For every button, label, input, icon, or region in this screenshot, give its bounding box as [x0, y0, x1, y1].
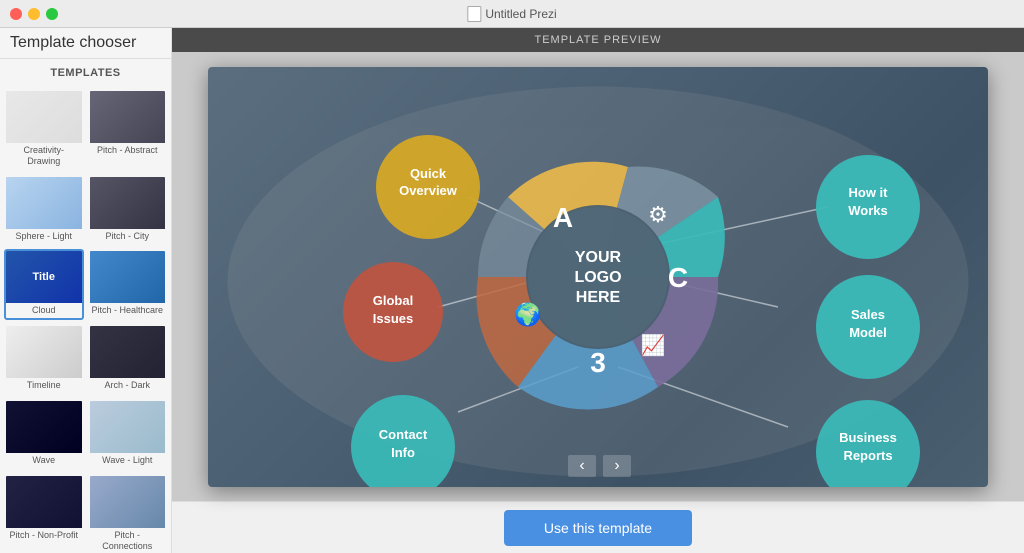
- template-label-arch-dark: Arch - Dark: [90, 378, 166, 393]
- template-label-timeline: Timeline: [6, 378, 82, 393]
- window-controls: [10, 8, 58, 20]
- template-item-arch-dark[interactable]: Arch - Dark: [88, 324, 168, 395]
- template-thumb-pitch-nonprofit: [6, 476, 82, 528]
- template-label-sphere-light: Sphere - Light: [6, 229, 82, 244]
- svg-text:LOGO: LOGO: [574, 269, 621, 286]
- svg-text:Global: Global: [373, 293, 413, 308]
- prev-slide-button[interactable]: ‹: [568, 455, 596, 477]
- svg-text:Info: Info: [391, 445, 415, 460]
- template-label-wave: Wave: [6, 453, 82, 468]
- title-bar: Untitled Prezi: [0, 0, 1024, 28]
- preview-header: TEMPLATE PREVIEW: [172, 28, 1024, 52]
- template-label-pitch-connections: Pitch - Connections: [90, 528, 166, 553]
- template-item-creativity-drawing[interactable]: Creativity-Drawing: [4, 89, 84, 171]
- template-item-pitch-healthcare[interactable]: Pitch - Healthcare: [88, 249, 168, 320]
- svg-text:How it: How it: [849, 185, 889, 200]
- template-item-timeline[interactable]: Timeline: [4, 324, 84, 395]
- svg-text:Contact: Contact: [379, 427, 428, 442]
- use-template-button[interactable]: Use this template: [504, 510, 692, 546]
- preview-area: YOUR LOGO HERE A ⚙ C 📈 3 🌍: [172, 52, 1024, 501]
- close-button[interactable]: [10, 8, 22, 20]
- svg-text:Works: Works: [848, 203, 888, 218]
- window-title-area: Untitled Prezi: [467, 6, 556, 22]
- svg-text:Quick: Quick: [410, 166, 447, 181]
- template-thumb-timeline: [6, 326, 82, 378]
- template-item-pitch-city[interactable]: Pitch - City: [88, 175, 168, 246]
- svg-text:⚙: ⚙: [648, 202, 668, 227]
- template-item-pitch-abstract[interactable]: Pitch - Abstract: [88, 89, 168, 171]
- template-item-sphere-light[interactable]: Sphere - Light: [4, 175, 84, 246]
- svg-text:Sales: Sales: [851, 307, 885, 322]
- template-thumb-pitch-abstract: [90, 91, 166, 143]
- main-layout: Template chooser TEMPLATES Creativity-Dr…: [0, 28, 1024, 553]
- template-label-pitch-abstract: Pitch - Abstract: [90, 143, 166, 158]
- template-grid: Creativity-Drawing Pitch - Abstract Sphere…: [0, 85, 171, 553]
- maximize-button[interactable]: [46, 8, 58, 20]
- template-thumb-cloud: Title: [6, 251, 82, 303]
- bottom-bar: Use this template: [172, 501, 1024, 553]
- template-thumb-pitch-connections: [90, 476, 166, 528]
- svg-text:🌍: 🌍: [514, 302, 541, 327]
- next-slide-button[interactable]: ›: [603, 455, 631, 477]
- sidebar: Template chooser TEMPLATES Creativity-Dr…: [0, 28, 172, 553]
- template-thumb-wave: [6, 401, 82, 453]
- svg-text:YOUR: YOUR: [575, 249, 622, 266]
- app-title: Template chooser: [0, 28, 171, 59]
- content-area: TEMPLATE PREVIEW: [172, 28, 1024, 553]
- template-thumb-pitch-healthcare: [90, 251, 166, 303]
- template-label-creativity-drawing: Creativity-Drawing: [6, 143, 82, 169]
- svg-text:Reports: Reports: [843, 448, 892, 463]
- svg-text:3: 3: [590, 347, 606, 378]
- svg-text:Issues: Issues: [373, 311, 413, 326]
- svg-text:A: A: [553, 202, 573, 233]
- template-label-pitch-city: Pitch - City: [90, 229, 166, 244]
- templates-header: TEMPLATES: [0, 59, 171, 85]
- template-thumb-sphere-light: [6, 177, 82, 229]
- svg-text:HERE: HERE: [576, 289, 621, 306]
- template-label-pitch-nonprofit: Pitch - Non-Profit: [6, 528, 82, 543]
- svg-text:C: C: [668, 262, 688, 293]
- template-item-pitch-nonprofit[interactable]: Pitch - Non-Profit: [4, 474, 84, 553]
- template-thumb-wave-light: [90, 401, 166, 453]
- template-item-wave-light[interactable]: Wave - Light: [88, 399, 168, 470]
- template-label-wave-light: Wave - Light: [90, 453, 166, 468]
- template-label-pitch-healthcare: Pitch - Healthcare: [90, 303, 166, 318]
- template-thumb-creativity-drawing: [6, 91, 82, 143]
- template-item-pitch-connections[interactable]: Pitch - Connections: [88, 474, 168, 553]
- diagram-svg: YOUR LOGO HERE A ⚙ C 📈 3 🌍: [208, 67, 988, 487]
- template-thumb-pitch-city: [90, 177, 166, 229]
- svg-text:Overview: Overview: [399, 183, 458, 198]
- template-label-cloud: Cloud: [6, 303, 82, 318]
- svg-text:Model: Model: [849, 325, 887, 340]
- document-icon: [467, 6, 481, 22]
- slide-container: YOUR LOGO HERE A ⚙ C 📈 3 🌍: [208, 67, 988, 487]
- template-item-cloud[interactable]: TitleCloud: [4, 249, 84, 320]
- svg-text:📈: 📈: [641, 333, 666, 357]
- window-title: Untitled Prezi: [485, 7, 556, 21]
- template-thumb-arch-dark: [90, 326, 166, 378]
- template-item-wave[interactable]: Wave: [4, 399, 84, 470]
- svg-text:Business: Business: [839, 430, 897, 445]
- minimize-button[interactable]: [28, 8, 40, 20]
